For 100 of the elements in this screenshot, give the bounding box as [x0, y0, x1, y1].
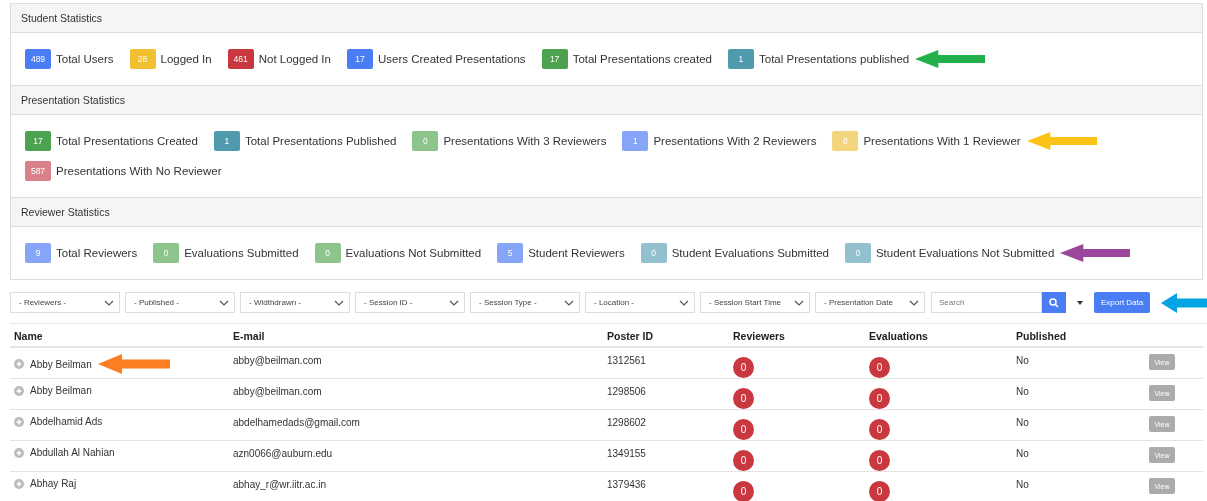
count-badge: 17	[346, 49, 373, 69]
count-badge: 0	[733, 481, 754, 501]
published-cell-text: No	[1016, 354, 1030, 366]
email-cell-text: abhay_r@wr.iitr.ac.in	[233, 478, 327, 490]
stat-label: Total Presentations Created	[56, 135, 198, 147]
column-header: E-mail	[233, 330, 266, 342]
stat-label: Evaluations Not Submitted	[345, 247, 482, 259]
stat-label: Total Presentations Published	[244, 135, 397, 147]
chevron-down-icon	[564, 299, 574, 306]
count-badge: 0	[314, 243, 341, 263]
stat-label: Presentations With 2 Reviewers	[653, 135, 817, 147]
count-badge: 0	[640, 243, 667, 263]
stat-label: Total Users	[56, 53, 114, 65]
panel-title: Reviewer Statistics	[11, 198, 1202, 227]
filter-dropdown[interactable]: - Presentation Date	[815, 292, 925, 313]
count-badge: 461	[227, 49, 254, 69]
column-header: Published	[1016, 330, 1068, 342]
count-badge: 0	[153, 243, 180, 263]
search-field[interactable]: Search	[931, 292, 1042, 313]
count-badge: 1	[728, 49, 754, 69]
count-badge: 587	[25, 161, 51, 181]
panel-title: Presentation Statistics	[11, 86, 1202, 115]
stat-label: Logged In	[160, 53, 212, 65]
search-icon	[1049, 297, 1059, 308]
stat-label: Evaluations Submitted	[184, 247, 299, 259]
name-cell: Abby Beilman	[30, 358, 92, 370]
count-badge: 5	[497, 243, 524, 263]
caret-icon[interactable]	[1077, 300, 1083, 305]
poster-id-cell-text: 1298506	[607, 385, 647, 397]
chevron-down-icon	[219, 299, 229, 306]
poster-id-cell-text: 1312561	[607, 354, 647, 366]
count-badge: 0	[733, 450, 754, 471]
count-badge: 1	[213, 131, 240, 151]
count-badge: 0	[733, 419, 754, 440]
count-badge: 17	[25, 131, 51, 151]
stat-label: Total Presentations created	[572, 53, 712, 65]
chevron-down-icon	[334, 299, 344, 306]
panel-title: Student Statistics	[11, 4, 1202, 33]
stat-label: Student Evaluations Submitted	[671, 247, 829, 259]
chevron-down-icon	[909, 299, 919, 306]
plus-circle-icon[interactable]	[14, 478, 24, 489]
email-cell-text: abby@beilman.com	[233, 354, 323, 366]
column-header: Reviewers	[733, 330, 786, 342]
column-header: Poster ID	[607, 330, 655, 342]
count-badge: 0	[733, 357, 754, 378]
count-badge: 8	[832, 131, 859, 151]
published-cell-text: No	[1016, 416, 1030, 428]
count-badge: 1	[622, 131, 649, 151]
plus-circle-icon[interactable]	[14, 447, 24, 458]
stat-label: Student Reviewers	[528, 247, 625, 259]
stat-label: Presentations With No Reviewer	[56, 165, 222, 177]
poster-id-cell-text: 1379436	[607, 478, 647, 490]
filter-dropdown[interactable]: - Published -	[125, 292, 235, 313]
export-button[interactable]: Export Data	[1094, 292, 1151, 313]
plus-circle-icon[interactable]	[14, 416, 24, 427]
column-header: Name	[14, 330, 44, 342]
count-badge: 0	[869, 450, 890, 471]
stat-label: Total Reviewers	[56, 247, 138, 259]
filter-dropdown[interactable]: - Reviewers -	[10, 292, 120, 313]
stat-label: Student Evaluations Not Submitted	[875, 247, 1055, 259]
count-badge: 0	[844, 243, 871, 263]
stat-label: Presentations With 1 Reviewer	[863, 135, 1021, 147]
published-cell-text: No	[1016, 385, 1030, 397]
count-badge: 9	[25, 243, 51, 263]
filter-dropdown[interactable]: - Session ID -	[355, 292, 465, 313]
search-button[interactable]	[1042, 292, 1066, 313]
name-cell: Abdullah Al Nahian	[30, 447, 115, 458]
count-badge: 0	[733, 388, 754, 409]
name-cell: Abhay Raj	[30, 478, 77, 489]
published-cell-text: No	[1016, 447, 1030, 459]
filter-dropdown[interactable]: - Widthdrawn -	[240, 292, 350, 313]
name-cell: Abby Beilman	[30, 385, 92, 396]
plus-circle-icon[interactable]	[14, 385, 24, 396]
email-cell-text: azn0066@auburn.edu	[233, 447, 334, 459]
count-badge: 0	[869, 419, 890, 440]
count-badge: 0	[412, 131, 439, 151]
email-cell-text: abby@beilman.com	[233, 385, 323, 397]
poster-id-cell-text: 1349155	[607, 447, 647, 459]
count-badge: 17	[541, 49, 568, 69]
count-badge: 0	[869, 481, 890, 501]
chevron-down-icon	[449, 299, 459, 306]
column-header: Evaluations	[869, 330, 929, 342]
name-cell: Abdelhamid Ads	[30, 416, 103, 427]
email-cell-text: abdelhamedads@gmail.com	[233, 416, 361, 428]
stat-label: Total Presentations published	[759, 53, 910, 65]
stat-label: Users Created Presentations	[377, 53, 526, 65]
stat-label: Presentations With 3 Reviewers	[443, 135, 607, 147]
filter-dropdown[interactable]: - Location -	[585, 292, 695, 313]
chevron-down-icon	[794, 299, 804, 306]
chevron-down-icon	[104, 299, 114, 306]
count-badge: 0	[869, 357, 890, 378]
stat-label: Not Logged In	[258, 53, 331, 65]
filter-dropdown[interactable]: - Session Type -	[470, 292, 580, 313]
filter-dropdown[interactable]: - Session Start Time	[700, 292, 810, 313]
chevron-down-icon	[679, 299, 689, 306]
poster-id-cell-text: 1298602	[607, 416, 647, 428]
count-badge: 28	[129, 49, 156, 69]
count-badge: 489	[25, 49, 51, 69]
plus-circle-icon[interactable]	[14, 359, 24, 369]
count-badge: 0	[869, 388, 890, 409]
